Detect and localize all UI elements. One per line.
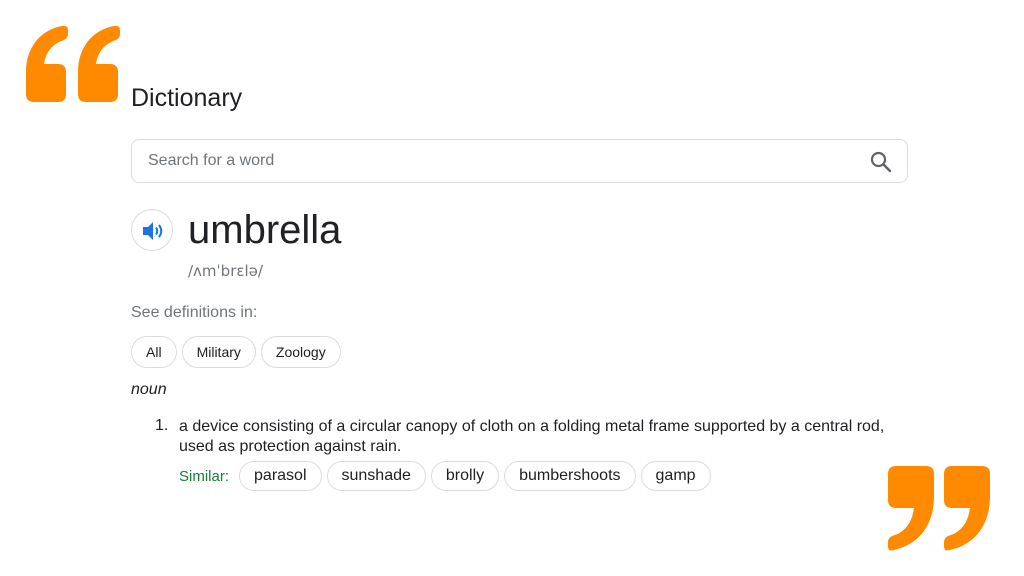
synonym-chip-sunshade[interactable]: sunshade [326,461,426,491]
search-box[interactable] [131,139,908,183]
synonym-chip-parasol[interactable]: parasol [239,461,322,491]
see-definitions-label: See definitions in: [131,304,258,321]
phonetic-transcription: /ʌmˈbrɛlə/ [188,262,263,280]
definition-number: 1. [155,417,169,434]
synonym-chip-gamp[interactable]: gamp [640,461,711,491]
similar-label: Similar: [179,467,230,485]
synonym-chip-brolly[interactable]: brolly [430,461,500,491]
definition-text: a device consisting of a circular canopy… [179,418,885,455]
part-of-speech: noun [131,381,167,398]
dictionary-title: Dictionary [131,84,243,112]
category-chip-military[interactable]: Military [181,336,256,368]
pronunciation-button[interactable] [131,209,173,251]
category-chips: All Military Zoology [131,336,341,368]
headword: umbrella [188,208,342,252]
slide-canvas: Dictionary umbrella /ʌmˈbrɛlə/ See defin… [0,0,1024,576]
speaker-icon [143,222,163,240]
synonym-chip-bumbershoots[interactable]: bumbershoots [504,461,636,491]
similar-words: Similar: parasol sunshade brolly bumbers… [179,461,711,491]
search-icon[interactable] [869,150,893,174]
close-quote-icon [888,466,990,551]
category-chip-all[interactable]: All [131,336,177,368]
open-quote-icon [26,25,120,102]
category-chip-zoology[interactable]: Zoology [260,336,341,368]
search-input[interactable] [148,140,838,182]
